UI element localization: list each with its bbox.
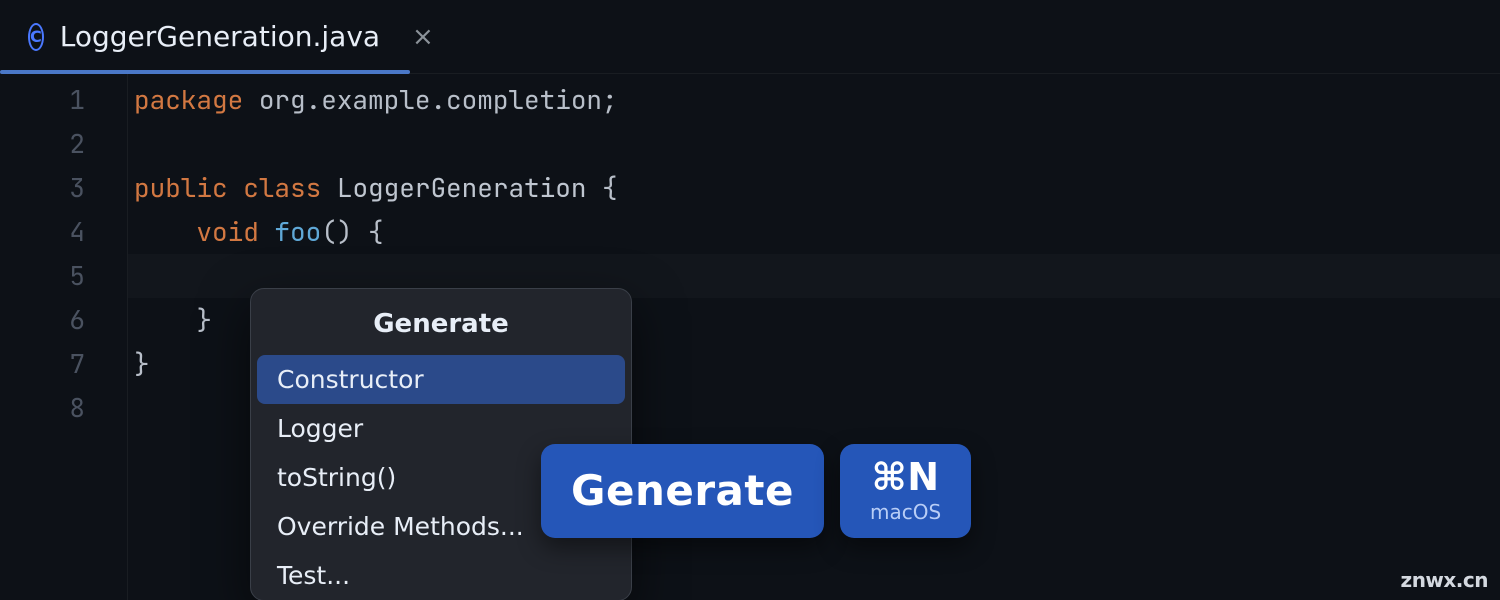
- generate-menu-item[interactable]: Test...: [257, 551, 625, 600]
- hint-badges: Generate ⌘N macOS: [541, 444, 971, 538]
- generate-menu-item[interactable]: Constructor: [257, 355, 625, 404]
- line-number: 4: [0, 210, 85, 254]
- watermark: znwx.cn: [1401, 568, 1488, 592]
- editor-tab[interactable]: C LoggerGeneration.java ×: [0, 0, 410, 73]
- line-gutter: 12345678: [0, 74, 128, 600]
- close-icon[interactable]: ×: [412, 22, 434, 52]
- code-line: [134, 122, 1500, 166]
- tab-bar: C LoggerGeneration.java ×: [0, 0, 1500, 74]
- popup-title: Generate: [251, 289, 631, 355]
- tab-filename: LoggerGeneration.java: [60, 20, 380, 53]
- code-line: package org.example.completion;: [134, 78, 1500, 122]
- line-number: 1: [0, 78, 85, 122]
- shortcut-key: ⌘N: [872, 458, 940, 496]
- line-number: 5: [0, 254, 85, 298]
- shortcut-platform: macOS: [870, 500, 941, 524]
- line-number: 6: [0, 298, 85, 342]
- generate-badge-label: Generate: [571, 470, 794, 512]
- line-number: 3: [0, 166, 85, 210]
- generate-badge: Generate: [541, 444, 824, 538]
- shortcut-badge: ⌘N macOS: [840, 444, 971, 538]
- line-number: 2: [0, 122, 85, 166]
- code-line: void foo() {: [134, 210, 1500, 254]
- java-class-icon: C: [28, 23, 44, 51]
- line-number: 8: [0, 386, 85, 430]
- line-number: 7: [0, 342, 85, 386]
- code-line: public class LoggerGeneration {: [134, 166, 1500, 210]
